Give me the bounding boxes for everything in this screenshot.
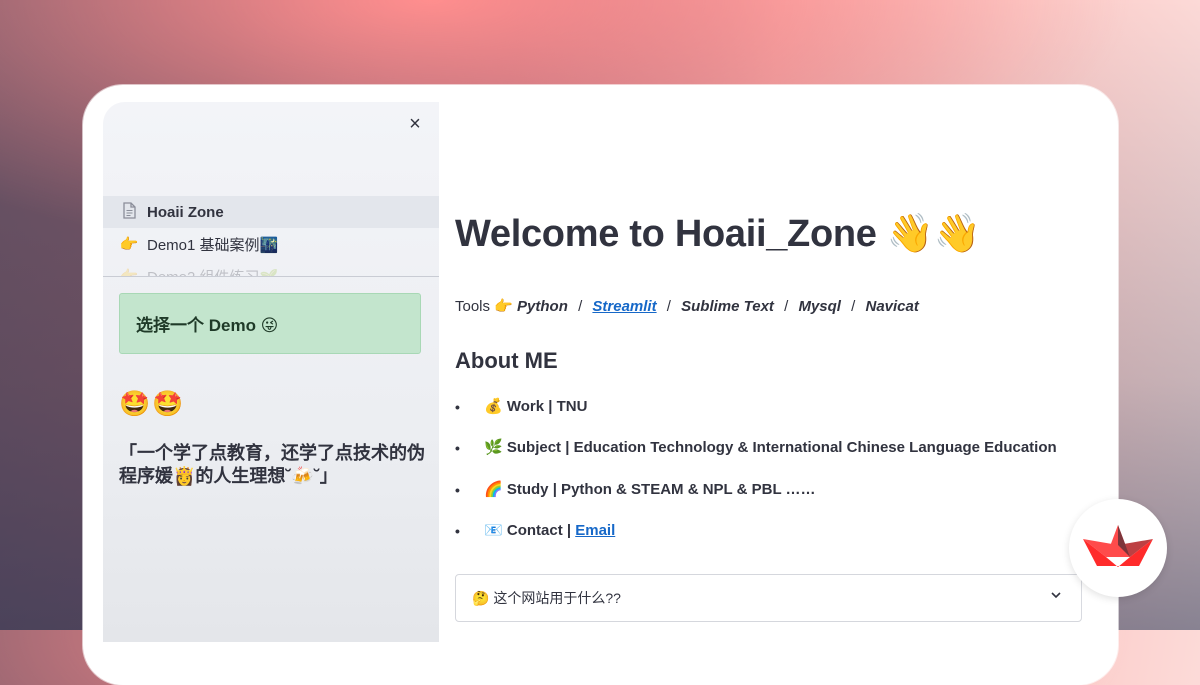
list-item: • 📧 Contact | Email <box>455 516 1075 557</box>
tool-sublime: Sublime Text <box>681 298 774 315</box>
list-item: • 💰 Work | TNU <box>455 392 1075 433</box>
bullet: • <box>455 440 460 457</box>
separator: / <box>784 298 789 315</box>
bullet: • <box>455 399 460 415</box>
tools-line: Tools 👉 Python / Streamlit / Sublime Tex… <box>455 297 919 315</box>
close-icon: × <box>409 113 421 135</box>
expander-label: 🤔 这个网站用于什么?? <box>472 590 621 606</box>
rainbow-icon: 🌈 <box>484 480 503 498</box>
about-work: Work | TNU <box>506 398 588 415</box>
list-item: • 🌈 Study | Python & STEAM & NPL & PBL …… <box>455 475 1075 516</box>
tool-python: Python <box>517 298 568 315</box>
tool-streamlit-link[interactable]: Streamlit <box>592 298 656 315</box>
demo-info-box: 选择一个 Demo 😜 <box>119 293 421 354</box>
tool-navicat: Navicat <box>865 298 919 315</box>
sidebar: × Hoaii Zone 👉 Demo1 基础案例🌃 👉 Demo2 组件练习🌱… <box>103 102 440 642</box>
separator: / <box>578 298 583 315</box>
chevron-down-icon <box>1049 588 1063 605</box>
star-struck-emoji: 🤩🤩 <box>119 390 186 418</box>
sidebar-item-label: Hoaii Zone <box>147 203 224 221</box>
streamlit-logo <box>1069 499 1167 597</box>
sidebar-motto: 「一个学了点教育，还学了点技术的伪程序媛👸的人生理想˘🍻˘」 <box>119 443 425 486</box>
about-contact: Contact | <box>506 521 576 539</box>
pointing-hand-icon: 👉 <box>119 267 139 276</box>
sidebar-nav: Hoaii Zone 👉 Demo1 基础案例🌃 👉 Demo2 组件练习🌱 <box>103 196 439 276</box>
pointing-hand-icon: 👉 <box>119 236 139 253</box>
tools-prefix: Tools 👉 <box>455 298 513 315</box>
about-heading: About ME <box>455 348 558 373</box>
separator: / <box>666 298 671 315</box>
sidebar-item-label: Demo1 基础案例🌃 <box>147 236 279 254</box>
sidebar-item-demo2[interactable]: 👉 Demo2 组件练习🌱 <box>103 260 439 276</box>
document-icon <box>119 201 139 223</box>
app-window: × Hoaii Zone 👉 Demo1 基础案例🌃 👉 Demo2 组件练习🌱… <box>103 102 1098 642</box>
herb-icon: 🌿 <box>484 439 503 457</box>
tool-mysql: Mysql <box>798 298 841 315</box>
about-subject: Subject | Education Technology & Interna… <box>506 439 1057 457</box>
bullet: • <box>455 522 460 539</box>
streamlit-boat-icon <box>1083 525 1153 567</box>
email-icon: 📧 <box>484 521 503 539</box>
about-list: • 💰 Work | TNU • 🌿 Subject | Education T… <box>455 392 1075 557</box>
sidebar-divider <box>103 276 439 277</box>
sidebar-item-hoaii-zone[interactable]: Hoaii Zone <box>103 196 439 228</box>
faq-expander[interactable]: 🤔 这个网站用于什么?? <box>455 574 1082 622</box>
separator: / <box>851 298 856 315</box>
bullet: • <box>455 481 460 498</box>
sidebar-item-label: Demo2 组件练习🌱 <box>147 266 278 277</box>
list-item: • 🌿 Subject | Education Technology & Int… <box>455 433 1075 474</box>
money-bag-icon: 💰 <box>484 398 503 415</box>
close-sidebar-button[interactable]: × <box>403 112 427 136</box>
page-title: Welcome to Hoaii_Zone 👋👋 <box>455 213 981 255</box>
email-link[interactable]: Email <box>575 522 615 539</box>
main-content: Welcome to Hoaii_Zone 👋👋 Tools 👉 Python … <box>439 102 1098 642</box>
about-study: Study | Python & STEAM & NPL & PBL …… <box>506 480 816 498</box>
sidebar-item-demo1[interactable]: 👉 Demo1 基础案例🌃 <box>103 228 439 260</box>
